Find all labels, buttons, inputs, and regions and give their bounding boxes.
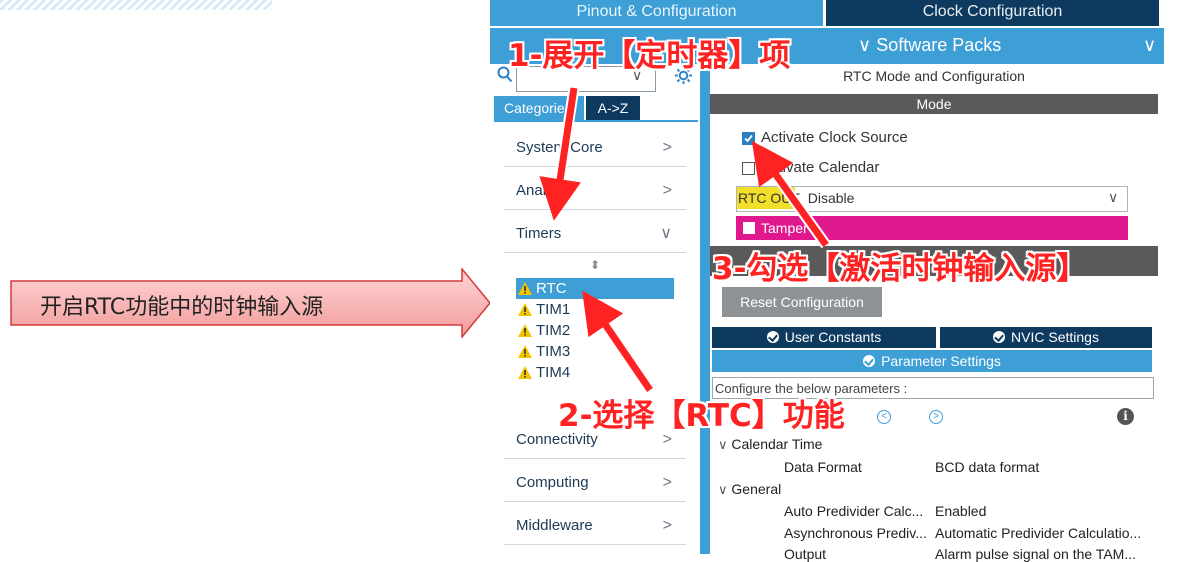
arrow-step2 — [582, 290, 655, 394]
arrow-step3 — [751, 140, 831, 249]
annotation-step1: 1-展开【定时器】项 — [508, 38, 791, 74]
arrow-step1 — [539, 87, 581, 221]
annotation-step2: 2-选择【RTC】功能 — [558, 398, 845, 434]
annotation-step3: 3-勾选【激活时钟输入源】 — [712, 251, 1088, 287]
